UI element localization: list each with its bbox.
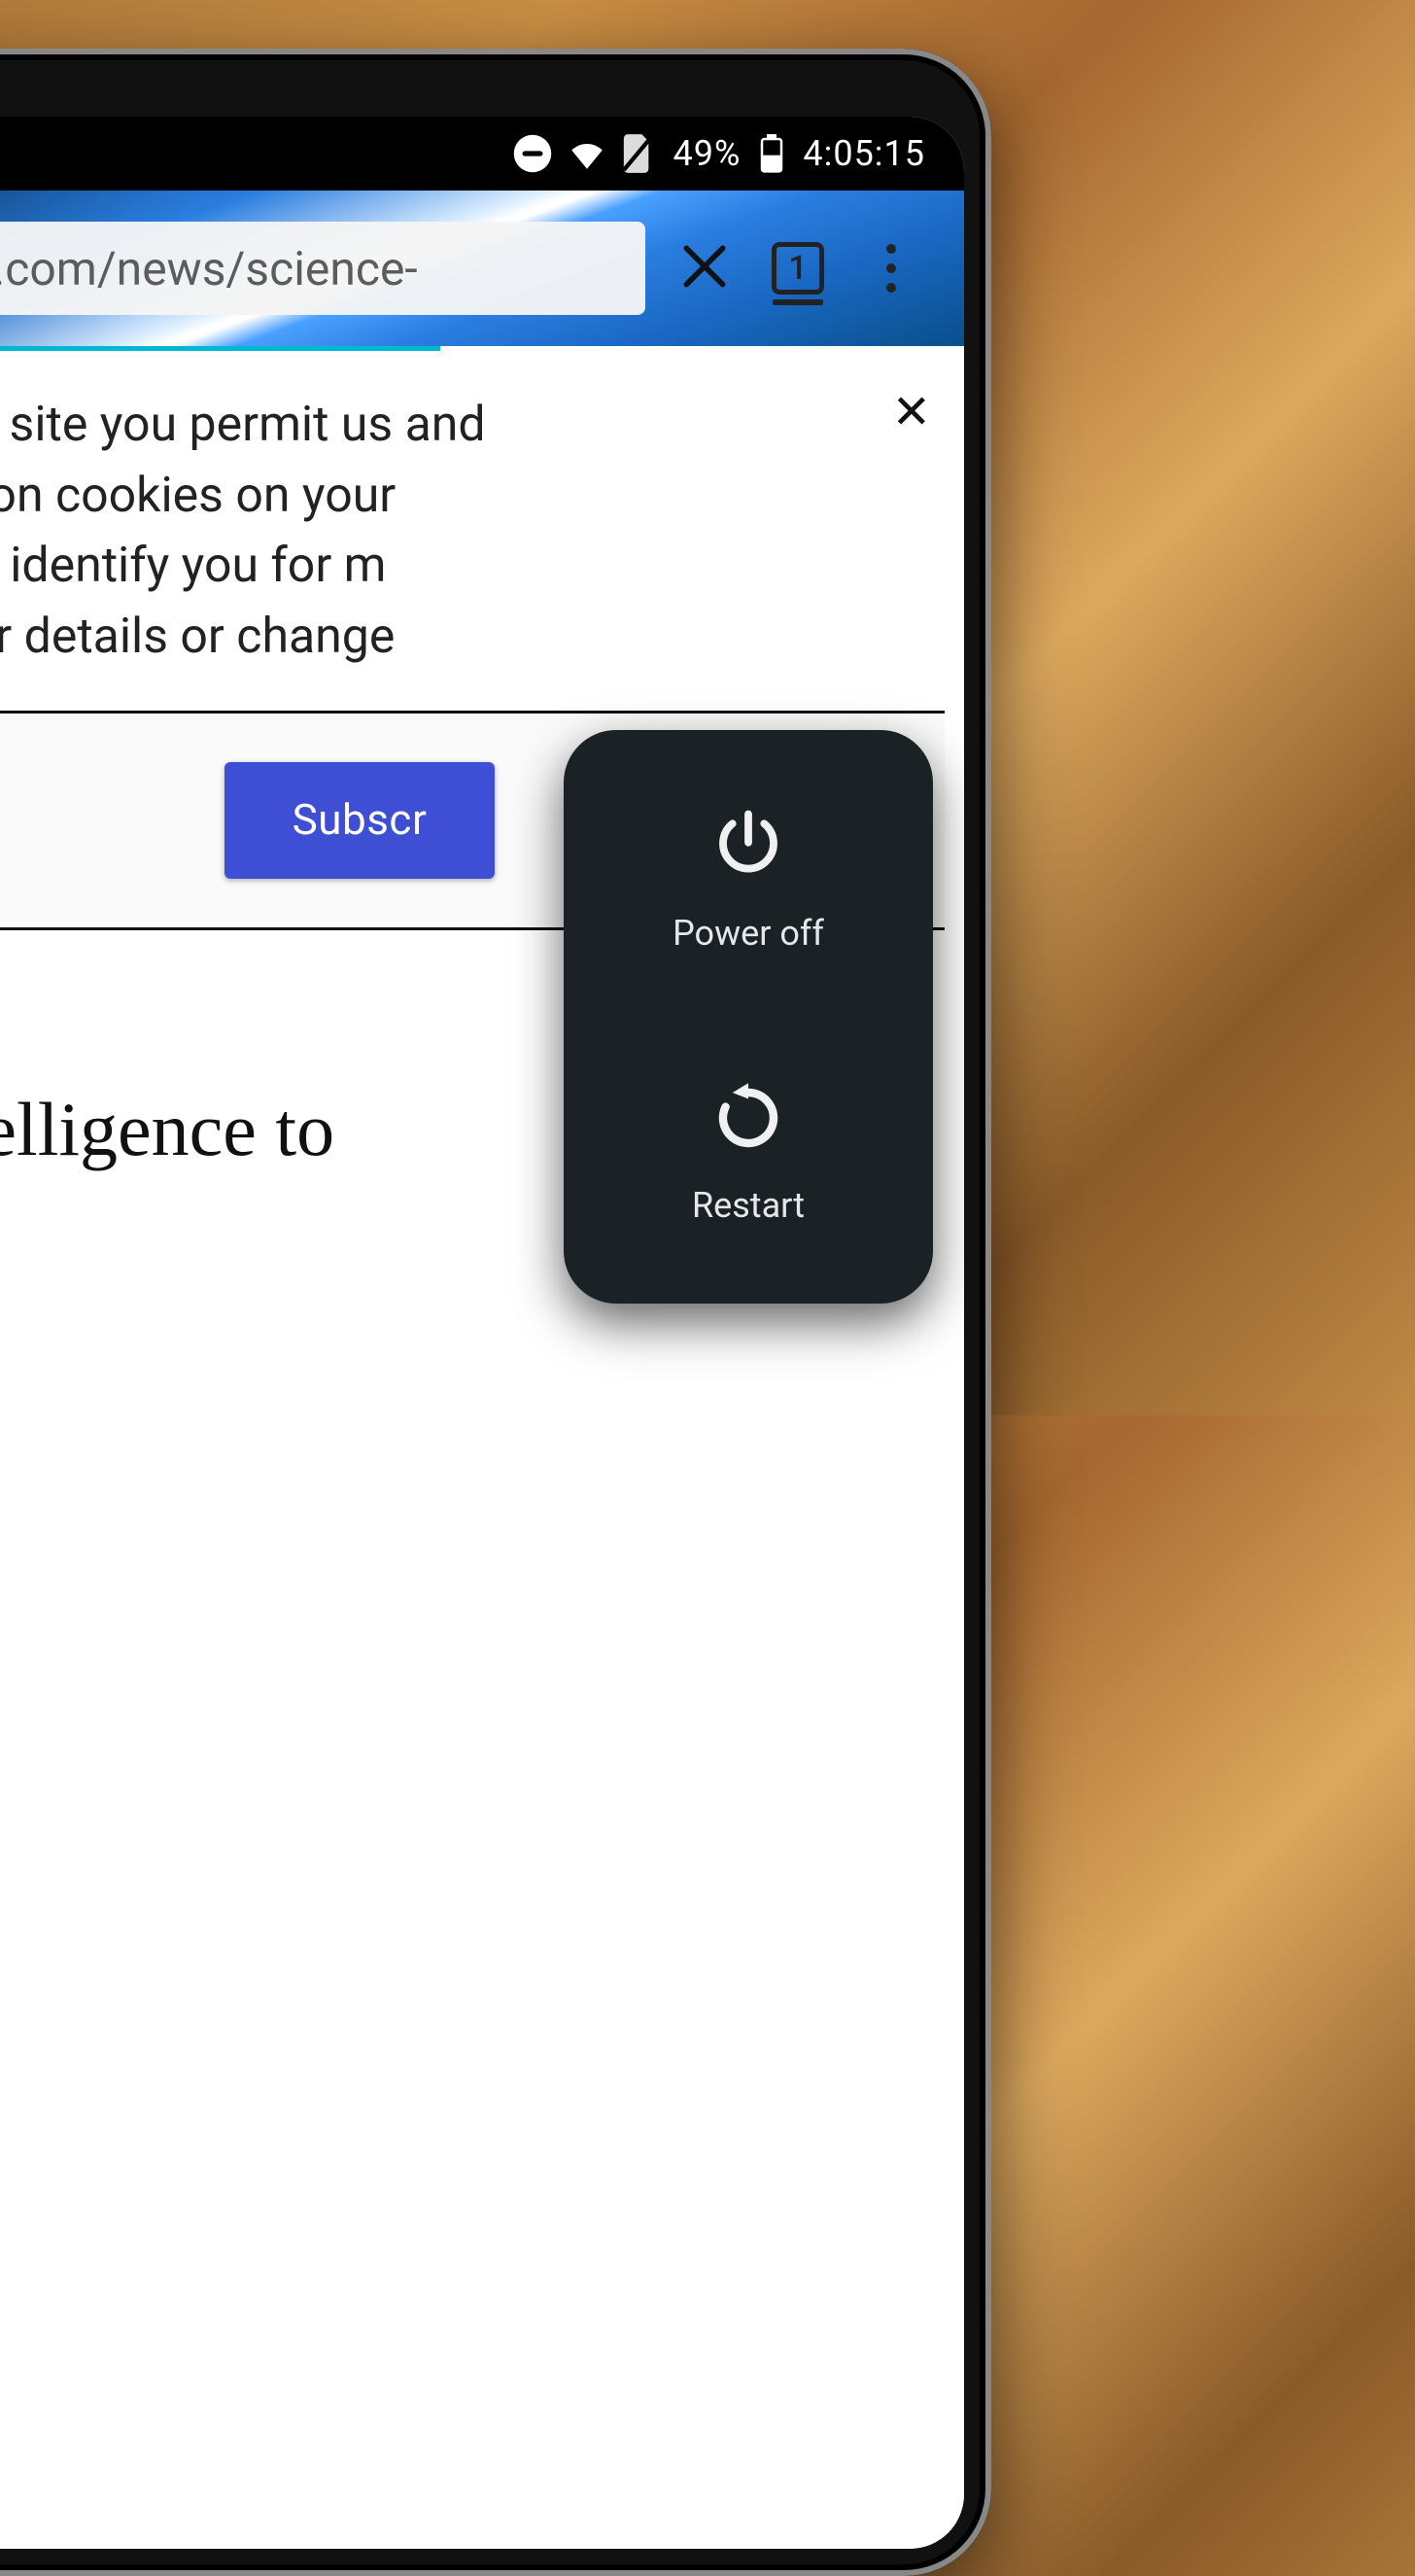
tab-count-text: 1	[788, 249, 807, 288]
url-text: conomist.com/news/science-	[0, 241, 418, 296]
subscribe-label: Subscr	[293, 794, 428, 845]
battery-percent-text: 49%	[673, 133, 742, 174]
banner-close-button[interactable]: ✕	[892, 378, 931, 446]
power-off-label: Power off	[673, 913, 824, 954]
close-icon	[677, 239, 732, 297]
close-icon: ✕	[892, 384, 931, 439]
wifi-icon	[567, 133, 607, 174]
cookie-text-2: dentification cookies on your	[0, 468, 396, 524]
power-icon	[710, 808, 786, 884]
restart-button[interactable]: Restart	[692, 1080, 805, 1226]
phone-body: 49% 4:05:15 conomist.com/news/science-	[0, 49, 991, 2576]
subscribe-button[interactable]: Subscr	[224, 762, 496, 879]
battery-icon	[760, 134, 783, 173]
stop-button[interactable]	[671, 234, 739, 302]
cookie-text-3: cookies to identify you for m	[0, 538, 387, 594]
do-not-disturb-icon	[512, 133, 553, 174]
headline-text: cial intelligence to	[0, 1087, 334, 1171]
overflow-menu-button[interactable]	[857, 234, 925, 302]
clock-text: 4:05:15	[803, 133, 925, 174]
phone-screen: 49% 4:05:15 conomist.com/news/science-	[0, 117, 964, 2549]
restart-icon	[710, 1080, 786, 1156]
power-menu: Power off Restart	[564, 730, 933, 1304]
url-bar[interactable]: conomist.com/news/science-	[0, 222, 645, 315]
no-sim-icon	[621, 134, 654, 173]
webpage-content[interactable]: ✕ rowse this site you permit us and dent…	[0, 351, 964, 2549]
browser-toolbar: conomist.com/news/science- 1	[0, 191, 964, 346]
tabs-button[interactable]: 1	[764, 234, 832, 302]
restart-label: Restart	[692, 1185, 805, 1226]
status-bar: 49% 4:05:15	[0, 117, 964, 191]
tabs-icon: 1	[772, 242, 824, 295]
cookie-text-1: rowse this site you permit us and	[0, 397, 486, 453]
status-icons	[512, 133, 654, 174]
more-vert-icon	[886, 244, 896, 293]
power-off-button[interactable]: Power off	[673, 808, 824, 954]
cookie-text-4b: for details or change	[0, 609, 395, 665]
